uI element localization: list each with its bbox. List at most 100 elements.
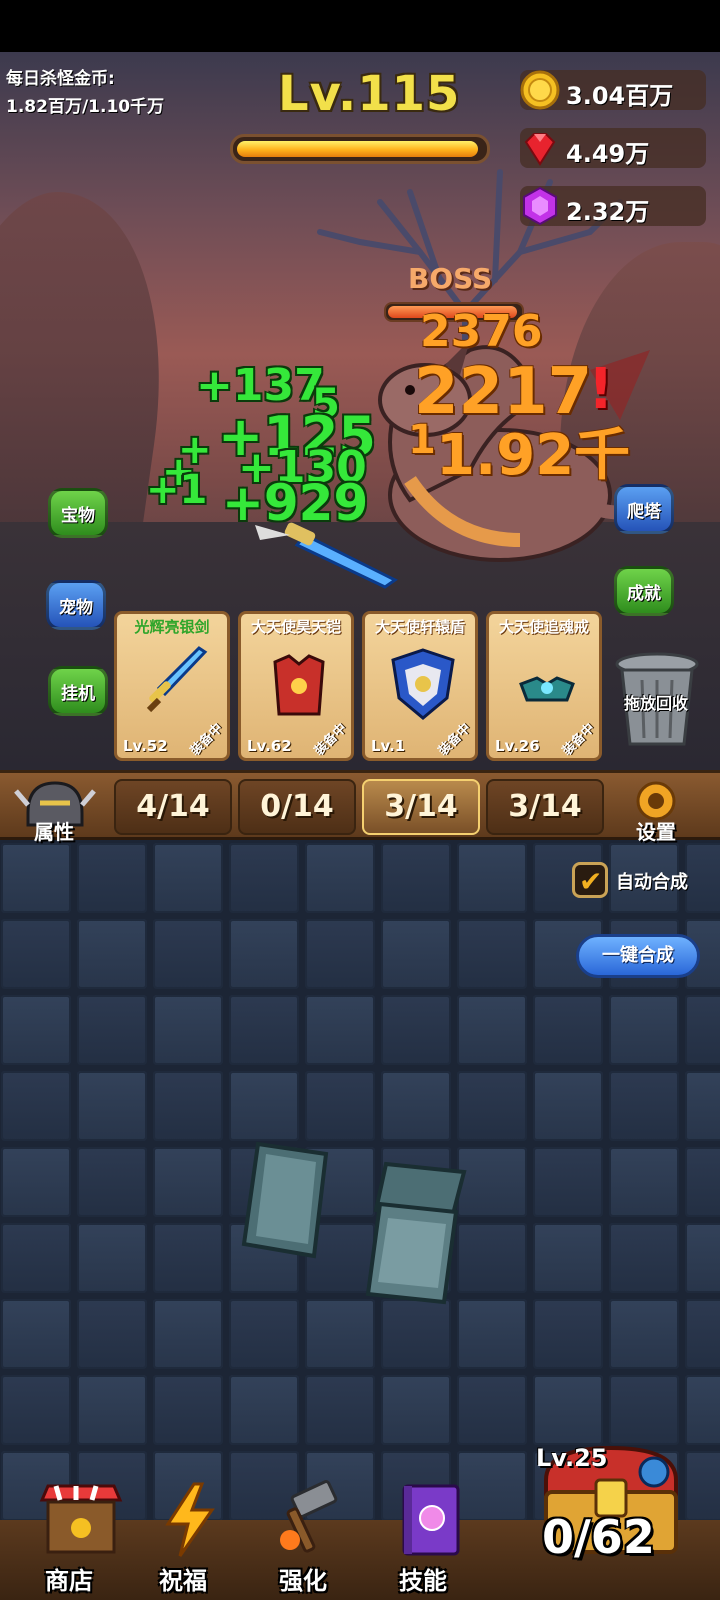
shop-button[interactable]: 商店: [14, 1480, 124, 1600]
grid-cell[interactable]: [685, 1147, 720, 1217]
grid-cell[interactable]: [685, 843, 720, 913]
grid-cell[interactable]: [533, 1223, 603, 1293]
grid-cell[interactable]: [305, 843, 375, 913]
equipment-card-shield[interactable]: 大天使轩辕盾 Lv.1 装备中: [362, 611, 478, 761]
merge-all-button[interactable]: 一键合成: [576, 934, 700, 978]
grid-cell[interactable]: [1, 1299, 71, 1369]
grid-cell[interactable]: [77, 843, 147, 913]
trash-label: 拖放回收: [624, 694, 689, 713]
boss-label: BOSS: [408, 262, 493, 295]
grid-cell[interactable]: [381, 1375, 451, 1445]
grid-cell[interactable]: [77, 1147, 147, 1217]
grid-cell[interactable]: [609, 1375, 679, 1445]
grid-cell[interactable]: [609, 995, 679, 1065]
grid-cell[interactable]: [305, 1071, 375, 1141]
grid-cell[interactable]: [685, 1451, 720, 1521]
grid-cell[interactable]: [381, 1299, 451, 1369]
grid-cell[interactable]: [457, 1071, 527, 1141]
shop-label: 商店: [45, 1567, 93, 1595]
grid-cell[interactable]: [1, 1147, 71, 1217]
gem-currency[interactable]: 2.32万: [520, 186, 706, 226]
grid-cell[interactable]: [229, 995, 299, 1065]
grid-cell[interactable]: [77, 1071, 147, 1141]
gray-armor-piece-icon[interactable]: [238, 1140, 334, 1260]
grid-cell[interactable]: [77, 919, 147, 989]
grid-cell[interactable]: [153, 919, 223, 989]
grid-cell[interactable]: [381, 843, 451, 913]
grid-cell[interactable]: [685, 1223, 720, 1293]
grid-cell[interactable]: [533, 1375, 603, 1445]
grid-cell[interactable]: [153, 1299, 223, 1369]
grid-cell[interactable]: [685, 1071, 720, 1141]
tab-slot-1[interactable]: 4/14: [114, 779, 232, 835]
grid-cell[interactable]: [153, 1147, 223, 1217]
equipment-card-ring[interactable]: 大天使追魂戒 Lv.26 装备中: [486, 611, 602, 761]
grid-cell[interactable]: [229, 1071, 299, 1141]
grid-cell[interactable]: [1, 843, 71, 913]
grid-cell[interactable]: [1, 1071, 71, 1141]
grid-cell[interactable]: [381, 995, 451, 1065]
grid-cell[interactable]: [685, 1375, 720, 1445]
grid-cell[interactable]: [1, 1223, 71, 1293]
gold-currency[interactable]: 3.04百万: [520, 70, 706, 110]
skills-button[interactable]: 技能: [368, 1480, 478, 1600]
treasure-button[interactable]: 宝物: [48, 488, 108, 538]
grid-cell[interactable]: [685, 1299, 720, 1369]
grid-cell[interactable]: [153, 995, 223, 1065]
chest-count: 0/62: [542, 1510, 655, 1564]
grid-cell[interactable]: [305, 1299, 375, 1369]
tower-button[interactable]: 爬塔: [614, 484, 674, 534]
grid-cell[interactable]: [153, 1223, 223, 1293]
grid-cell[interactable]: [609, 1071, 679, 1141]
armor-icon: [273, 654, 325, 716]
bless-button[interactable]: 祝福: [128, 1480, 238, 1600]
equipment-level: Lv.26: [495, 737, 540, 755]
grid-cell[interactable]: [77, 1375, 147, 1445]
grid-cell[interactable]: [1, 1375, 71, 1445]
grid-cell[interactable]: [77, 995, 147, 1065]
grid-cell[interactable]: [685, 995, 720, 1065]
grid-cell[interactable]: [229, 919, 299, 989]
grid-cell[interactable]: [229, 1375, 299, 1445]
grid-cell[interactable]: [457, 843, 527, 913]
grid-cell[interactable]: [533, 1147, 603, 1217]
grid-cell[interactable]: [457, 1375, 527, 1445]
grid-cell[interactable]: [305, 919, 375, 989]
equipment-card-sword[interactable]: 光辉亮银剑 Lv.52 装备中: [114, 611, 230, 761]
grid-cell[interactable]: [77, 1299, 147, 1369]
grid-cell[interactable]: [153, 1071, 223, 1141]
grid-cell[interactable]: [1, 919, 71, 989]
grid-cell[interactable]: [457, 919, 527, 989]
grid-cell[interactable]: [305, 995, 375, 1065]
grid-cell[interactable]: [609, 1147, 679, 1217]
grid-cell[interactable]: [533, 995, 603, 1065]
grid-cell[interactable]: [229, 1299, 299, 1369]
idle-button[interactable]: 挂机: [48, 666, 108, 716]
grid-cell[interactable]: [381, 1071, 451, 1141]
grid-cell[interactable]: [153, 1375, 223, 1445]
grid-cell[interactable]: [457, 995, 527, 1065]
grid-cell[interactable]: [533, 1299, 603, 1369]
grid-cell[interactable]: [533, 1071, 603, 1141]
tab-slot-4[interactable]: 3/14: [486, 779, 604, 835]
tab-slot-2[interactable]: 0/14: [238, 779, 356, 835]
grid-cell[interactable]: [609, 1299, 679, 1369]
ruby-amount: 4.49万: [566, 140, 650, 168]
equipment-card-armor[interactable]: 大天使昊天铠 Lv.62 装备中: [238, 611, 354, 761]
checkbox-icon[interactable]: ✔: [572, 862, 608, 898]
grid-cell[interactable]: [153, 843, 223, 913]
enhance-button[interactable]: 强化: [248, 1480, 358, 1600]
tab-slot-3[interactable]: 3/14: [362, 779, 480, 835]
grid-cell[interactable]: [229, 843, 299, 913]
grid-cell[interactable]: [457, 1299, 527, 1369]
grid-cell[interactable]: [77, 1223, 147, 1293]
pet-button[interactable]: 宠物: [46, 580, 106, 630]
enhance-label: 强化: [279, 1567, 327, 1595]
grid-cell[interactable]: [609, 1223, 679, 1293]
achievement-button[interactable]: 成就: [614, 566, 674, 616]
grid-cell[interactable]: [1, 995, 71, 1065]
gray-armor-piece-icon[interactable]: [364, 1158, 474, 1308]
grid-cell[interactable]: [305, 1375, 375, 1445]
grid-cell[interactable]: [381, 919, 451, 989]
ruby-currency[interactable]: 4.49万: [520, 128, 706, 168]
